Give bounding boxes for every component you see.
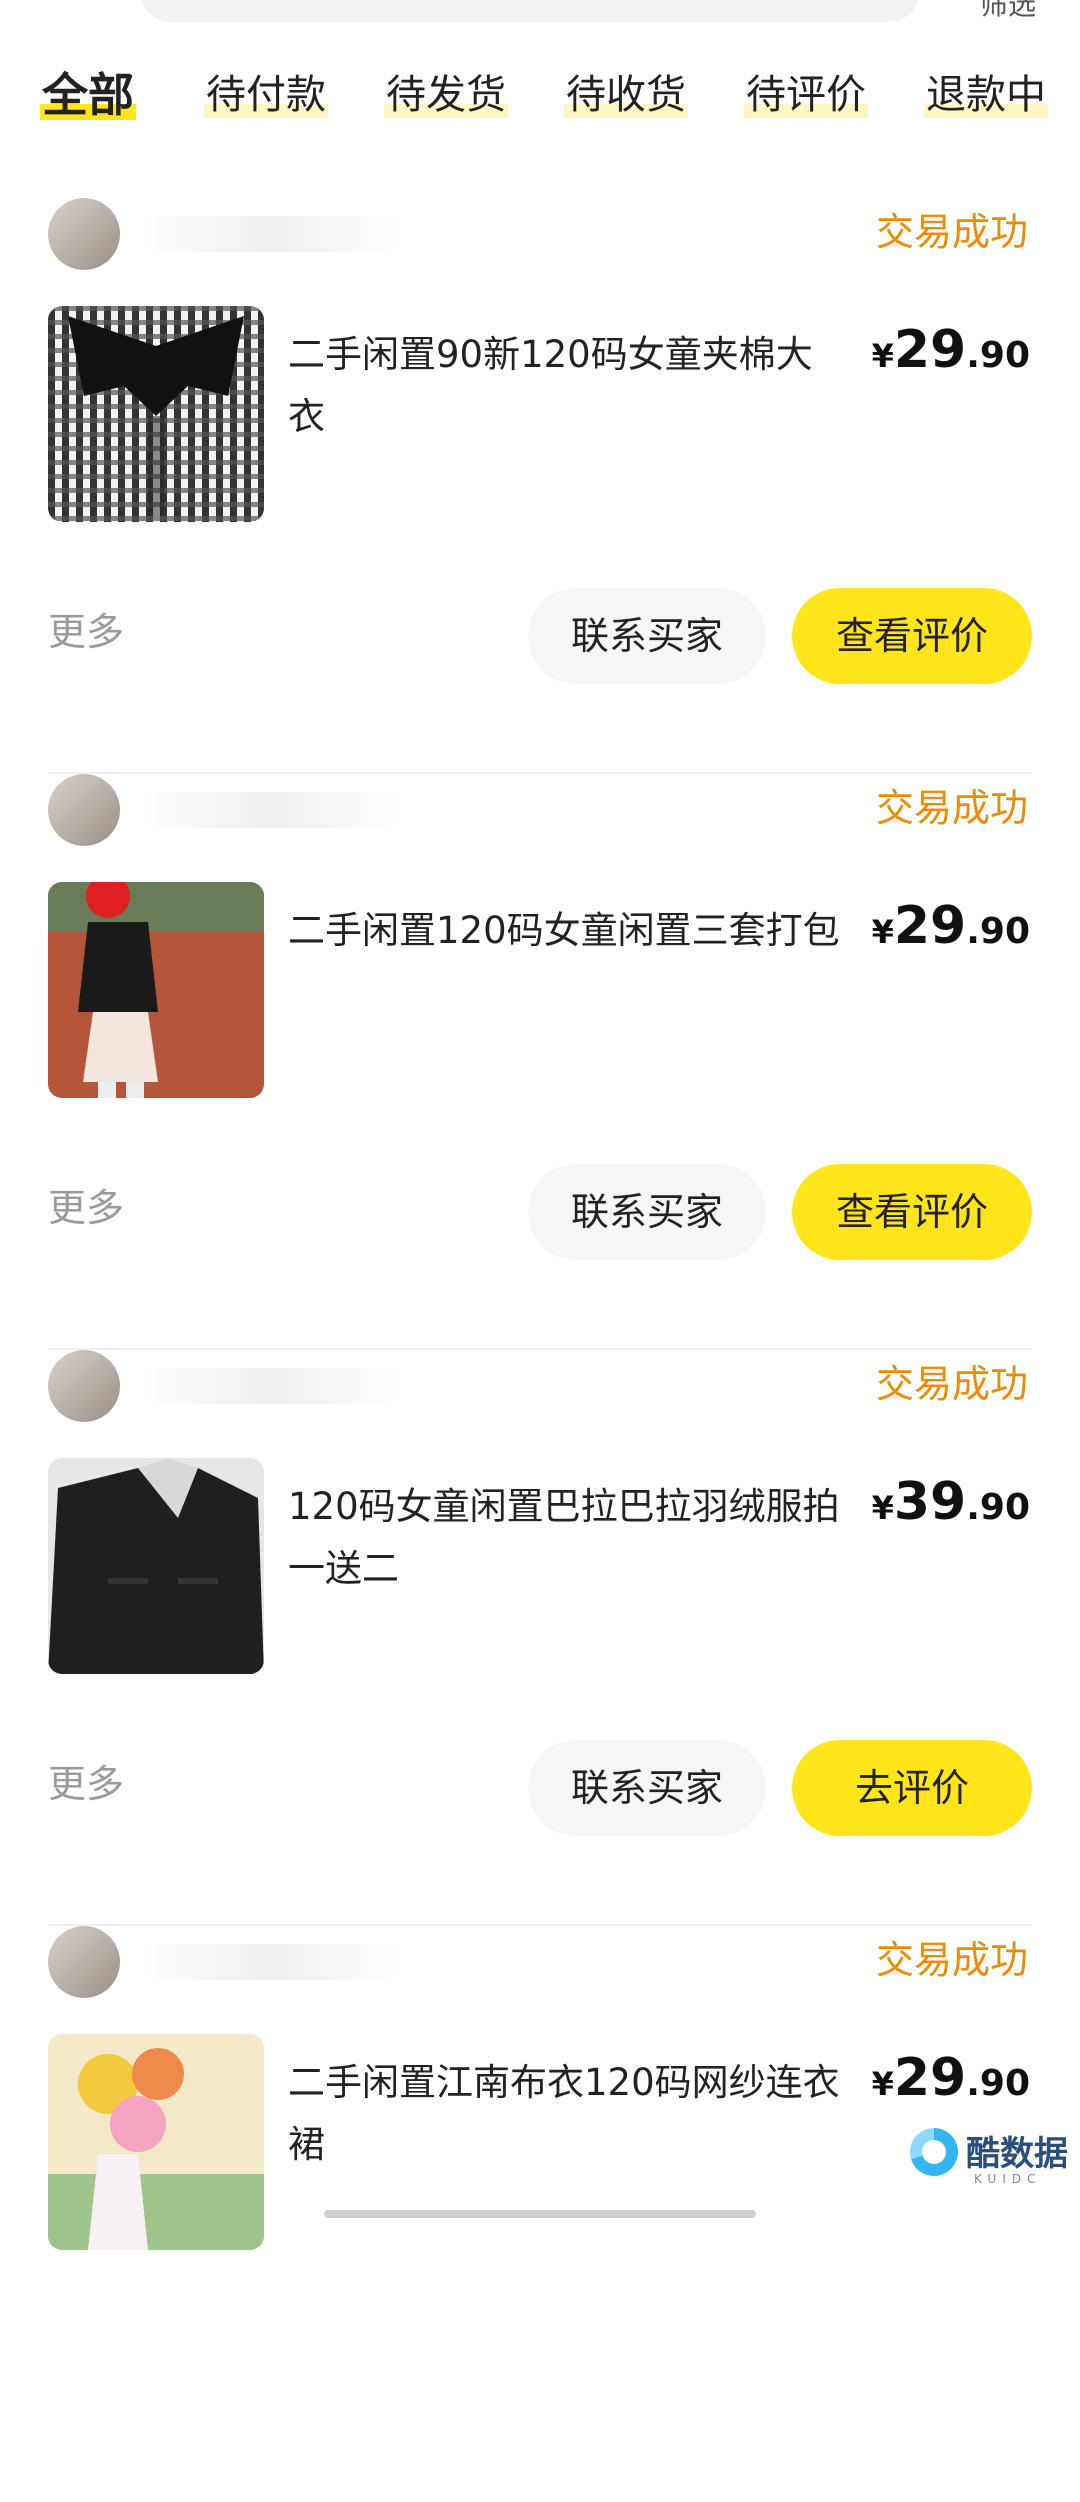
tab-pending-review[interactable]: 待评价 [744,60,868,130]
price-decimal: .90 [966,335,1030,376]
filter-button[interactable]: 筛选 [980,0,1036,20]
seller-avatar[interactable] [48,1926,120,1998]
search-bar[interactable] [140,0,920,22]
seller-avatar[interactable] [48,1350,120,1422]
price: ¥39.90 [872,1472,1030,1532]
tab-refunding[interactable]: 退款中 [924,60,1048,130]
product-title[interactable]: 二手闲置90新120码女童夹棉大衣 [288,324,848,448]
tab-label: 待收货 [566,72,686,118]
price-decimal: .90 [966,2063,1030,2104]
order-card: 交易成功 二手闲置90新120码女童夹棉大衣 ¥29.90 更多 联系买家 查看… [0,198,1080,774]
seller-name-redacted [140,1944,400,1980]
order-status: 交易成功 [875,786,1028,830]
price-integer: 29 [893,896,967,956]
more-button[interactable]: 更多 [48,606,124,658]
home-indicator[interactable] [324,2210,756,2218]
order-tabs: 全部 待付款 待发货 待收货 待评价 退款中 [0,60,1080,140]
tab-pending-shipment[interactable]: 待发货 [384,60,508,130]
tab-pending-payment[interactable]: 待付款 [204,60,328,130]
order-card: 交易成功 二手闲置120码女童闲置三套打包 ¥29.90 更多 联系买家 查看评… [0,774,1080,1350]
watermark-subtext: KUIDC [974,2172,1042,2186]
tab-pending-receipt[interactable]: 待收货 [564,60,688,130]
write-review-button[interactable]: 去评价 [792,1740,1032,1836]
price: ¥29.90 [872,320,1030,380]
price-integer: 29 [893,320,967,380]
seller-name-redacted [140,1368,400,1404]
price-currency: ¥ [871,337,894,375]
watermark-logo-icon [910,2128,958,2176]
price-currency: ¥ [871,1489,894,1527]
price-integer: 29 [893,2048,967,2108]
contact-buyer-button[interactable]: 联系买家 [528,588,766,684]
price-integer: 39 [893,1472,967,1532]
tab-label: 待发货 [386,72,506,118]
order-card: 交易成功 120码女童闲置巴拉巴拉羽绒服拍一送二 ¥39.90 更多 联系买家 … [0,1350,1080,1926]
price-decimal: .90 [966,911,1030,952]
price-decimal: .90 [966,1487,1030,1528]
order-status: 交易成功 [875,210,1028,254]
product-title[interactable]: 120码女童闲置巴拉巴拉羽绒服拍一送二 [288,1476,848,1600]
tab-all[interactable]: 全部 [40,60,136,130]
seller-name-redacted [140,216,400,252]
tab-label: 全部 [42,68,134,122]
contact-buyer-button[interactable]: 联系买家 [528,1740,766,1836]
price: ¥29.90 [872,896,1030,956]
watermark-text: 酷数据 [966,2134,1068,2174]
order-status: 交易成功 [875,1362,1028,1406]
product-title[interactable]: 二手闲置120码女童闲置三套打包 [288,900,848,962]
product-thumbnail[interactable] [48,882,264,1098]
view-review-button[interactable]: 查看评价 [792,588,1032,684]
view-review-button[interactable]: 查看评价 [792,1164,1032,1260]
price-currency: ¥ [871,2065,894,2103]
more-button[interactable]: 更多 [48,1758,124,1810]
seller-avatar[interactable] [48,198,120,270]
tab-label: 待评价 [746,72,866,118]
product-thumbnail[interactable] [48,1458,264,1674]
tab-label: 待付款 [206,72,326,118]
top-bar: 筛选 [0,0,1080,30]
contact-buyer-button[interactable]: 联系买家 [528,1164,766,1260]
price: ¥29.90 [872,2048,1030,2108]
seller-name-redacted [140,792,400,828]
price-currency: ¥ [871,913,894,951]
tab-label: 退款中 [926,72,1046,118]
order-status: 交易成功 [875,1938,1028,1982]
product-title[interactable]: 二手闲置江南布衣120码网纱连衣裙 [288,2052,848,2176]
seller-avatar[interactable] [48,774,120,846]
more-button[interactable]: 更多 [48,1182,124,1234]
product-thumbnail[interactable] [48,306,264,522]
watermark: 酷数据 KUIDC [910,2118,1070,2198]
product-thumbnail[interactable] [48,2034,264,2250]
